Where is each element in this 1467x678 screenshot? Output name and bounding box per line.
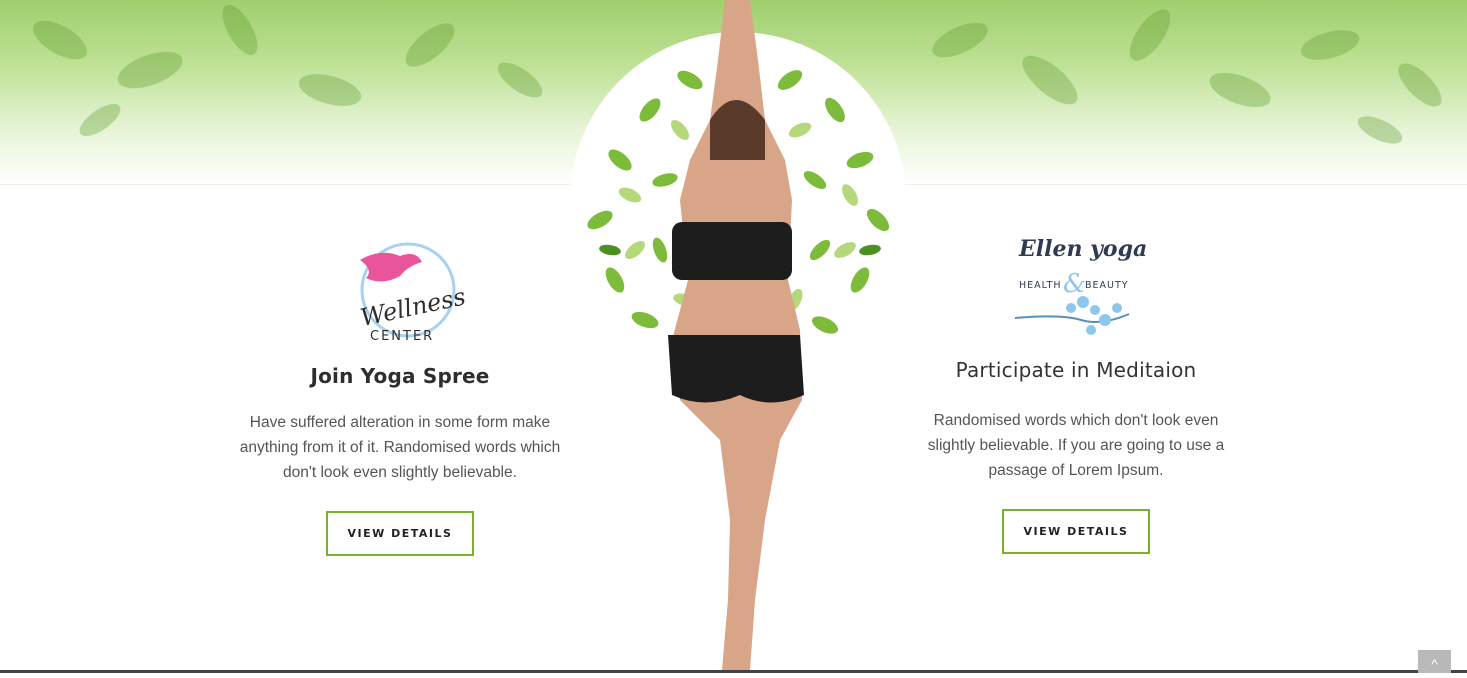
wellness-logo-subtext: CENTER: [370, 329, 434, 344]
yoga-woman-image: [570, 0, 906, 670]
yoga-spree-card: Wellness CENTER Join Yoga Spree Have suf…: [230, 230, 570, 556]
ellen-yoga-logo: Ellen yoga HEALTH & BEAUTY: [906, 230, 1246, 348]
card-description: Have suffered alteration in some form ma…: [239, 414, 561, 481]
ellen-yoga-logo-icon: Ellen yoga HEALTH & BEAUTY: [1014, 236, 1147, 335]
chevron-up-icon: ^: [1431, 656, 1438, 672]
wellness-logo-text: Wellness: [358, 282, 468, 332]
logo-beauty-text: BEAUTY: [1085, 280, 1129, 291]
logo-ampersand-text: &: [1063, 269, 1086, 299]
wellness-logo-icon: Wellness CENTER: [358, 242, 468, 344]
scroll-to-top-button[interactable]: ^: [1418, 650, 1451, 673]
ellen-yoga-logo-text: Ellen yoga: [1018, 236, 1147, 262]
logo-health-text: HEALTH: [1019, 280, 1062, 291]
view-details-button[interactable]: VIEW DETAILS: [326, 511, 474, 556]
card-title: Participate in Meditaion: [955, 358, 1197, 382]
card-title: Join Yoga Spree: [310, 364, 490, 388]
card-description: Randomised words which don't look even s…: [927, 412, 1225, 479]
meditation-card: Ellen yoga HEALTH & BEAUTY Participate i…: [906, 230, 1246, 554]
wellness-center-logo: Wellness CENTER: [230, 230, 570, 348]
view-details-button[interactable]: VIEW DETAILS: [1002, 509, 1150, 554]
